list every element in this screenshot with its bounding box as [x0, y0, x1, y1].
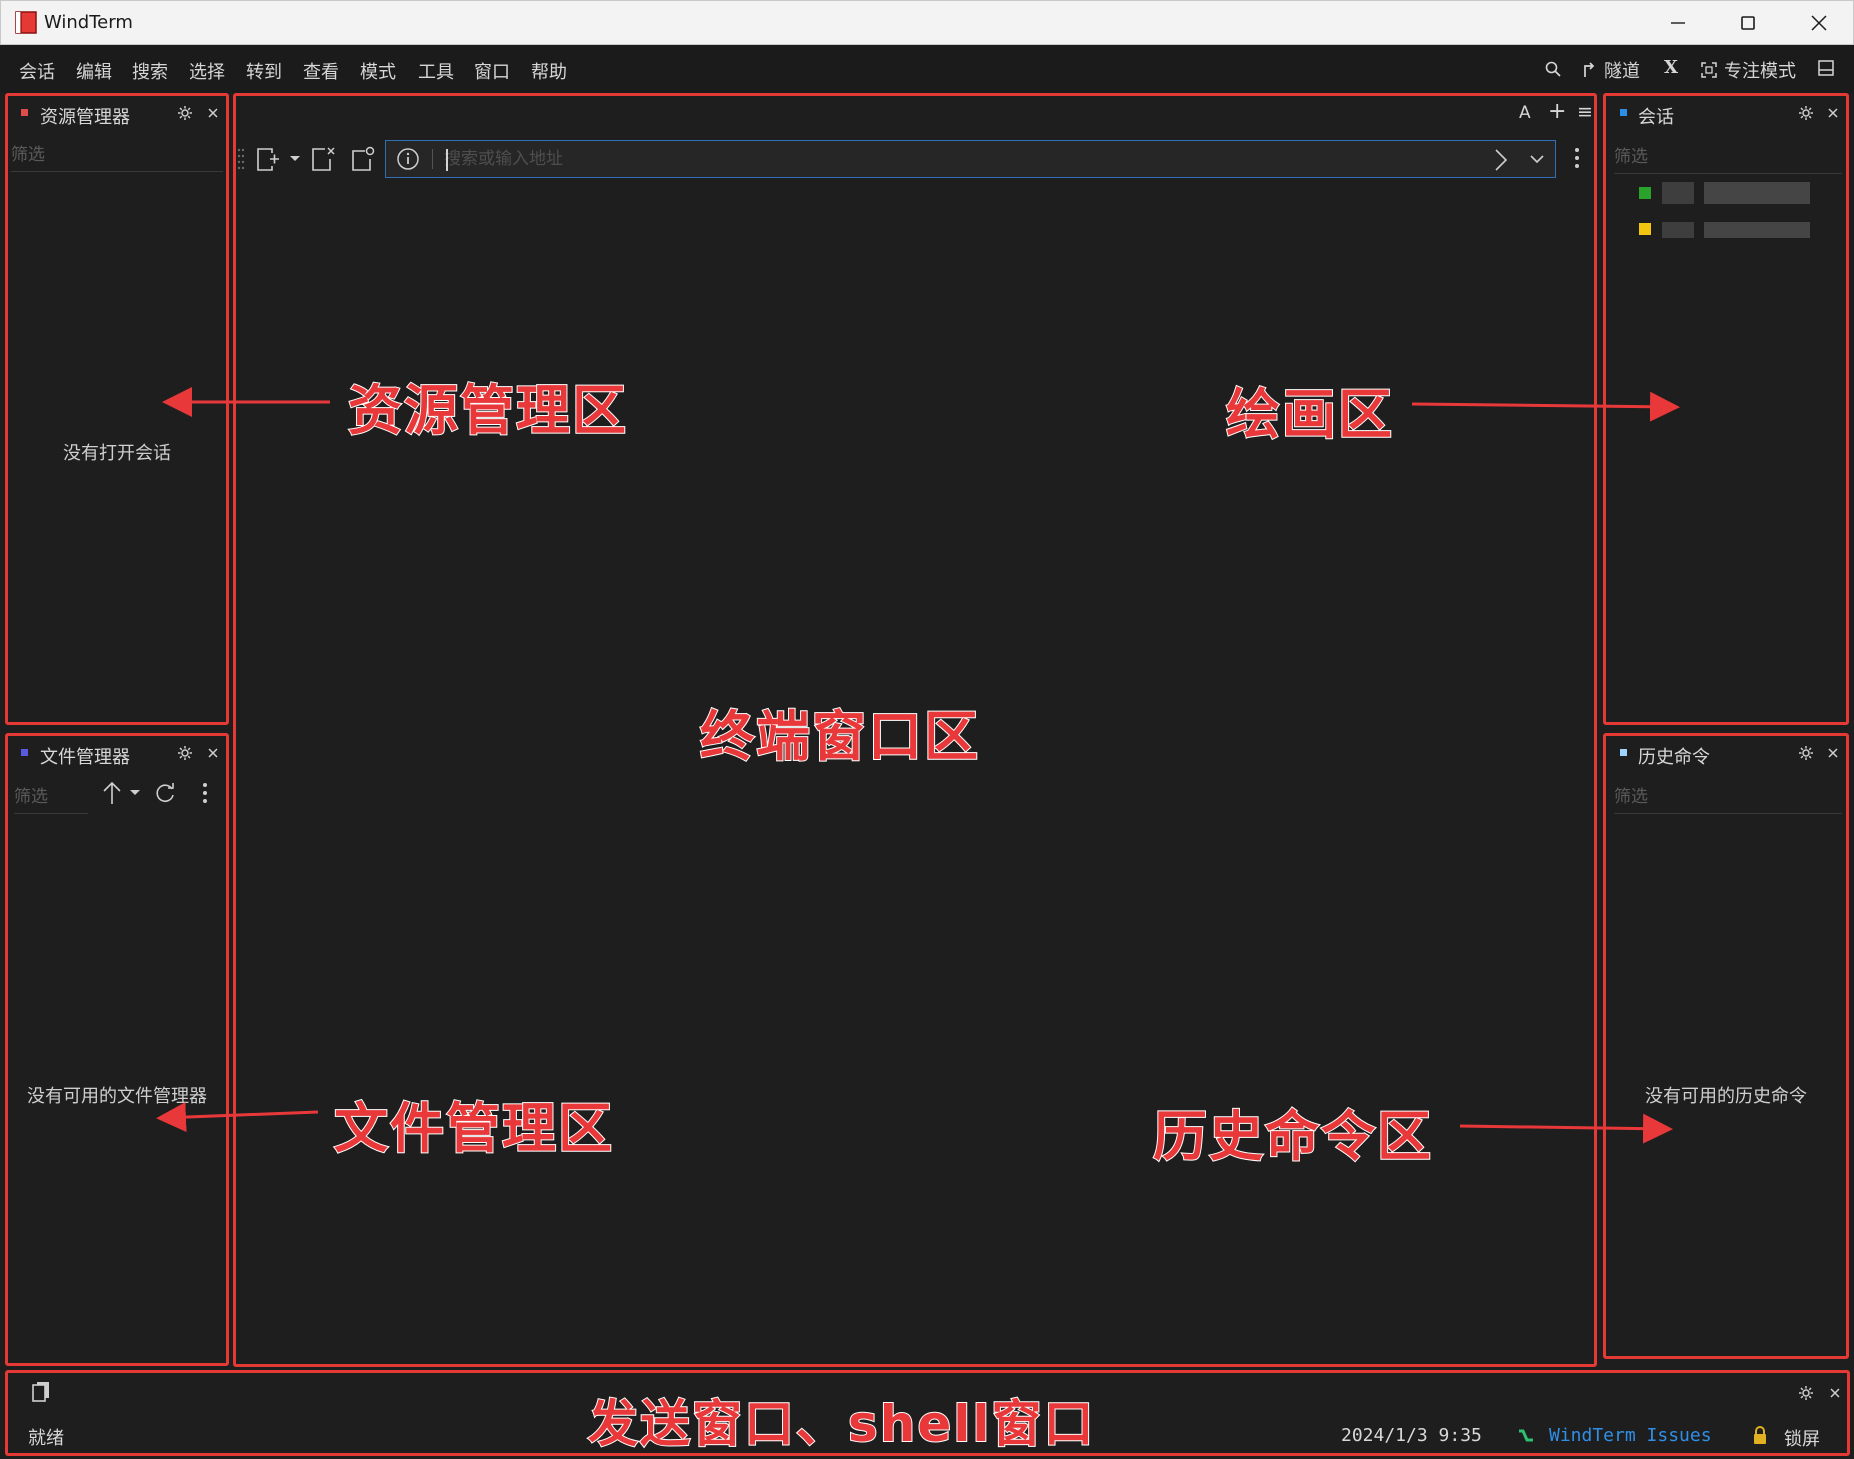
annotation-explorer-label: 资源管理区: [347, 378, 628, 443]
annotation-terminal-label: 终端窗口区: [699, 704, 980, 769]
annotation-send-label: 发送窗口、shell窗口: [587, 1394, 1096, 1454]
file-arrow: [156, 1102, 319, 1133]
annotation-file-label: 文件管理区: [333, 1096, 614, 1161]
history-arrow: [1459, 1113, 1673, 1144]
annotation-drawing-label: 绘画区: [1225, 382, 1394, 447]
drawing-arrow: [1411, 391, 1680, 422]
annotation-history-label: 历史命令区: [1152, 1104, 1433, 1169]
